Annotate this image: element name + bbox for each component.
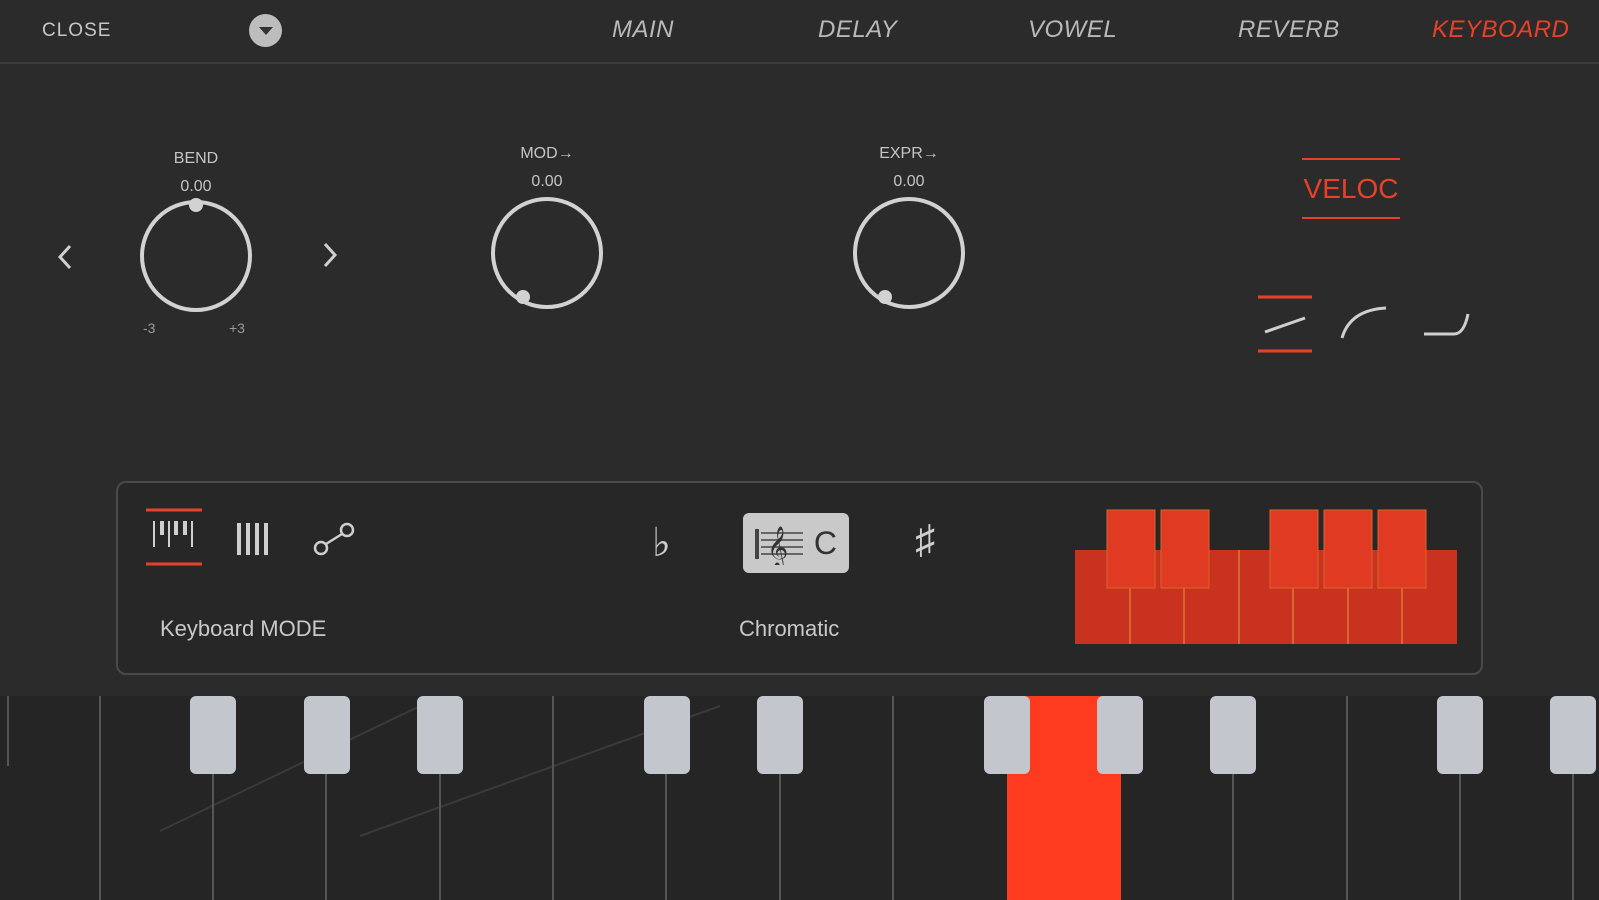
mod-value: 0.00 <box>531 173 563 190</box>
tab-delay[interactable]: DELAY <box>818 16 897 44</box>
expr-label: EXPR→ <box>879 145 939 162</box>
scale-root-button[interactable]: 𝄞 C <box>743 513 849 573</box>
sharp-icon[interactable]: ♯ <box>915 518 935 563</box>
velocity-button[interactable]: VELOC <box>1302 158 1400 219</box>
mini-keyboard-display <box>1075 509 1457 644</box>
tab-keyboard[interactable]: KEYBOARD <box>1432 16 1569 44</box>
preset-dropdown-button[interactable] <box>249 14 282 47</box>
bend-max-label: +3 <box>229 320 245 336</box>
velocity-curve-exp-button[interactable] <box>1418 298 1478 348</box>
expr-knob[interactable] <box>849 193 969 313</box>
tab-reverb[interactable]: REVERB <box>1238 16 1340 44</box>
mod-knob[interactable] <box>487 193 607 313</box>
keyboard-mode-label: Keyboard MODE <box>160 616 327 641</box>
scale-label: Chromatic <box>739 616 840 641</box>
keyboard-mode-glide-button[interactable] <box>313 520 357 558</box>
piano-keys[interactable] <box>0 696 1599 900</box>
bend-value: 0.00 <box>180 178 212 195</box>
close-button[interactable]: CLOSE <box>42 20 111 42</box>
bend-label: BEND <box>173 150 219 167</box>
velocity-curve-linear-button[interactable] <box>1255 294 1315 354</box>
treble-clef-icon: 𝄞 <box>755 526 803 565</box>
keyboard-mode-piano-button[interactable] <box>144 507 204 567</box>
top-bar <box>0 0 1599 64</box>
mod-label: MOD→ <box>520 145 574 162</box>
chevron-right-icon[interactable] <box>317 238 343 272</box>
tab-vowel[interactable]: VOWEL <box>1028 16 1117 44</box>
bend-min-label: -3 <box>143 320 156 336</box>
svg-text:𝄞: 𝄞 <box>767 526 788 565</box>
flat-icon[interactable]: ♭ <box>652 520 671 566</box>
velocity-curve-log-button[interactable] <box>1336 298 1396 348</box>
chevron-down-icon <box>259 27 273 35</box>
bend-knob[interactable] <box>136 196 256 316</box>
tab-main[interactable]: MAIN <box>612 16 674 44</box>
keyboard-mode-bars-button[interactable] <box>236 522 272 556</box>
scale-root-value: C <box>813 525 837 561</box>
expr-value: 0.00 <box>893 173 925 190</box>
chevron-left-icon[interactable] <box>52 240 78 274</box>
